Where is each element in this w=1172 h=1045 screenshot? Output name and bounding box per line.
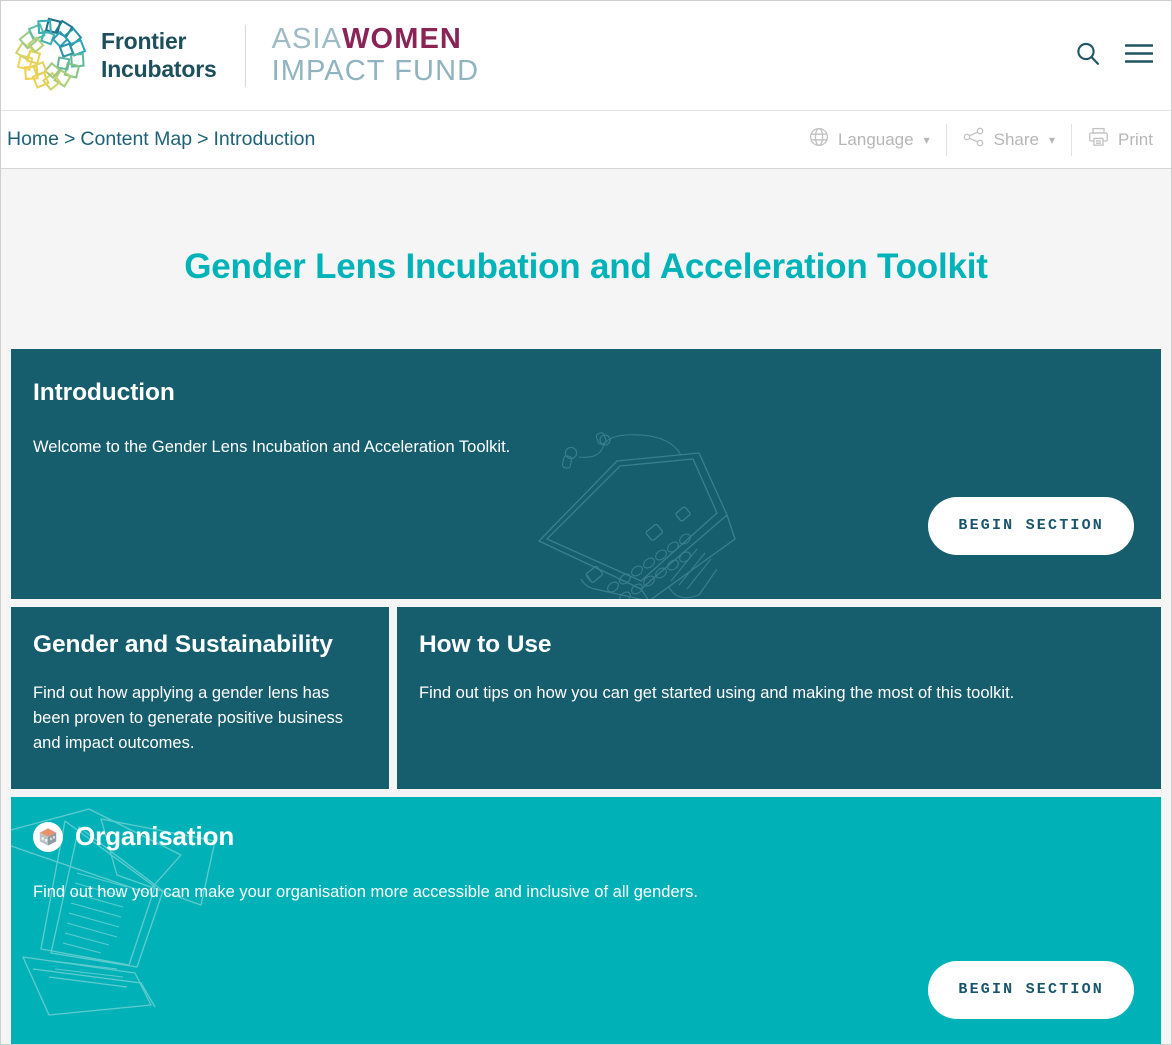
card-organisation[interactable]: Organisation Find out how you can make y… — [11, 797, 1161, 1044]
brand-frontier-line1: Frontier — [101, 28, 187, 55]
chevron-down-icon: ▾ — [1049, 132, 1056, 147]
page-root: Frontier Incubators ASIAWOMEN IMPACT FUN… — [0, 0, 1172, 1045]
awif-asia-word: ASIA — [271, 23, 343, 55]
print-label: Print — [1118, 129, 1153, 149]
begin-section-button-organisation[interactable]: BEGIN SECTION — [928, 961, 1134, 1019]
awif-line2: IMPACT FUND — [271, 55, 480, 87]
brand-divider — [244, 24, 246, 87]
hamburger-menu-icon[interactable] — [1124, 42, 1154, 69]
breadcrumb-bar: Home > Content Map > Introduction Language ▾ — [1, 111, 1171, 169]
card-organisation-header: Organisation — [33, 821, 1139, 852]
language-label: Language — [837, 129, 914, 149]
breadcrumb-separator: > — [64, 128, 76, 150]
brand-group[interactable]: Frontier Incubators — [13, 17, 217, 95]
search-icon[interactable] — [1075, 40, 1101, 71]
building-block-icon — [33, 821, 63, 852]
breadcrumb-item-content-map[interactable]: Content Map — [80, 128, 192, 150]
share-control[interactable]: Share ▾ — [947, 123, 1073, 156]
card-how-to-use-body: Find out tips on how you can get started… — [419, 684, 1015, 702]
breadcrumb-item-introduction[interactable]: Introduction — [213, 128, 315, 150]
print-control[interactable]: Print — [1072, 124, 1155, 156]
share-label: Share — [993, 129, 1039, 149]
page-title: Gender Lens Incubation and Acceleration … — [184, 247, 988, 286]
awif-line1: ASIAWOMEN — [272, 25, 480, 54]
card-how-to-use-title: How to Use — [419, 631, 552, 658]
chevron-down-icon: ▾ — [923, 132, 930, 147]
printer-icon — [1088, 127, 1109, 152]
site-header: Frontier Incubators ASIAWOMEN IMPACT FUN… — [1, 1, 1171, 111]
card-gender-and-sustainability[interactable]: Gender and Sustainability Find out how a… — [11, 607, 389, 789]
card-organisation-title: Organisation — [75, 821, 235, 851]
breadcrumb: Home > Content Map > Introduction — [7, 128, 315, 151]
awif-women-word: WOMEN — [342, 23, 462, 55]
card-gender-and-sustainability-body: Find out how applying a gender lens has … — [33, 684, 344, 753]
globe-icon — [809, 127, 829, 152]
utility-controls: Language ▾ Share ▾ Print — [793, 123, 1155, 156]
card-gender-and-sustainability-title: Gender and Sustainability — [33, 631, 333, 658]
frontier-incubators-wordmark: Frontier Incubators — [101, 28, 217, 82]
share-nodes-icon — [963, 127, 985, 152]
card-introduction[interactable]: Introduction Welcome to the Gender Lens … — [11, 349, 1161, 599]
language-selector[interactable]: Language ▾ — [793, 123, 947, 156]
card-introduction-title: Introduction — [33, 379, 175, 406]
main-content: Gender Lens Incubation and Acceleration … — [1, 169, 1171, 1044]
header-icon-group — [1075, 40, 1154, 71]
card-introduction-body: Welcome to the Gender Lens Incubation an… — [33, 438, 511, 456]
card-organisation-body: Find out how you can make your organisat… — [33, 883, 698, 901]
frontier-incubators-logo-icon — [13, 17, 91, 95]
card-row-secondary: Gender and Sustainability Find out how a… — [11, 607, 1161, 789]
card-how-to-use[interactable]: How to Use Find out tips on how you can … — [397, 607, 1161, 789]
breadcrumb-separator: > — [197, 128, 209, 150]
breadcrumb-item-home[interactable]: Home — [7, 128, 59, 150]
brand-frontier-line2: Incubators — [101, 55, 217, 82]
begin-section-button-introduction[interactable]: BEGIN SECTION — [928, 497, 1134, 555]
asia-women-impact-fund-logo[interactable]: ASIAWOMEN IMPACT FUND — [272, 25, 480, 86]
